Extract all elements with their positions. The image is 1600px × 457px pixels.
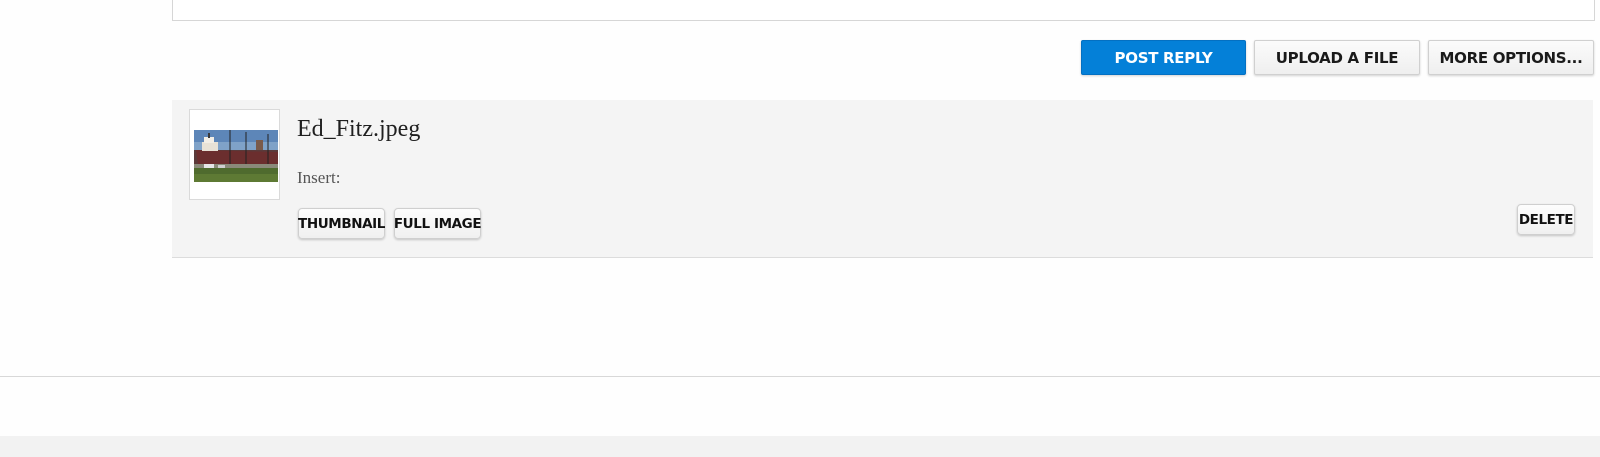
post-reply-button[interactable]: POST REPLY — [1081, 40, 1246, 75]
delete-attachment-button[interactable]: DELETE — [1517, 204, 1575, 235]
attachment-file-name: Ed_Fitz.jpeg — [297, 116, 421, 142]
submit-button-bar: POST REPLY UPLOAD A FILE MORE OPTIONS... — [1081, 40, 1594, 75]
insert-label: Insert: — [297, 168, 341, 187]
insert-thumbnail-button[interactable]: THUMBNAIL — [298, 208, 385, 239]
insert-full-image-button[interactable]: FULL IMAGE — [394, 208, 482, 239]
message-editor[interactable] — [172, 0, 1595, 21]
ship-photo — [194, 130, 278, 182]
more-options-button[interactable]: MORE OPTIONS... — [1428, 40, 1594, 75]
attachment-thumbnail[interactable] — [189, 109, 280, 200]
page: POST REPLY UPLOAD A FILE MORE OPTIONS... — [0, 0, 1600, 457]
section-divider — [0, 376, 1600, 377]
upload-file-button[interactable]: UPLOAD A FILE — [1254, 40, 1420, 75]
footer-band — [0, 436, 1600, 457]
attachment-row: Ed_Fitz.jpeg Insert: THUMBNAIL FULL IMAG… — [172, 100, 1593, 258]
